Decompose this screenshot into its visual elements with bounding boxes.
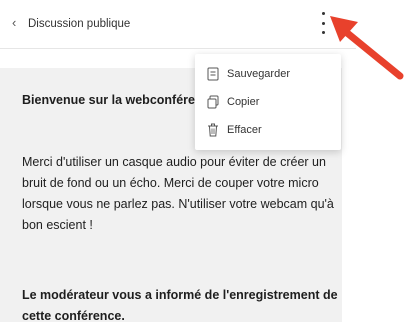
chat-header: ‹ Discussion publique <box>0 0 356 49</box>
trash-icon <box>208 123 218 137</box>
menu-item-label: Effacer <box>227 124 262 136</box>
recording-message: Le modérateur vous a informé de l'enregi… <box>22 288 338 323</box>
save-icon <box>207 67 219 81</box>
menu-item-copy[interactable]: Copier <box>195 88 341 116</box>
options-dropdown: Sauvegarder Copier Effacer <box>195 54 341 150</box>
copy-icon <box>207 95 219 109</box>
chevron-left-icon[interactable]: ‹ <box>12 16 16 30</box>
menu-item-label: Copier <box>227 96 260 108</box>
menu-item-clear[interactable]: Effacer <box>195 116 341 144</box>
info-message: Merci d'utiliser un casque audio pour év… <box>22 155 334 232</box>
menu-item-label: Sauvegarder <box>227 68 290 80</box>
chat-title[interactable]: Discussion publique <box>28 17 130 31</box>
menu-item-save[interactable]: Sauvegarder <box>195 60 341 88</box>
annotation-arrow-icon <box>330 16 404 80</box>
